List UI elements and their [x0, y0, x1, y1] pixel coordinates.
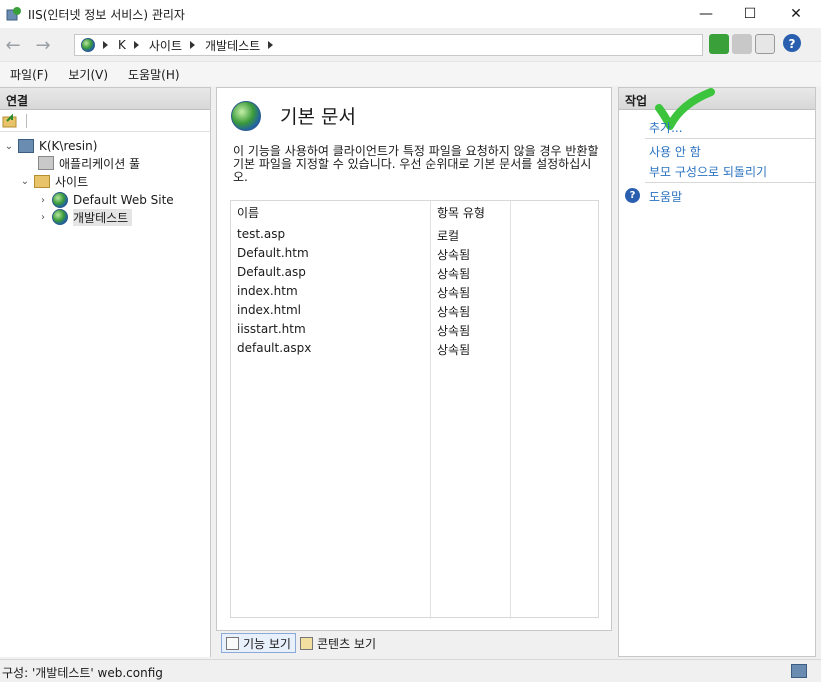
- cell-type: 상속됨: [437, 305, 471, 319]
- features-view-icon: [226, 636, 239, 650]
- menu-file[interactable]: 파일(F): [0, 66, 58, 83]
- breadcrumb-separator-icon[interactable]: [103, 41, 108, 49]
- cell-type: 로컬: [437, 229, 460, 243]
- table-row[interactable]: iisstart.htm 상속됨: [231, 320, 600, 339]
- cell-name: index.htm: [237, 284, 298, 298]
- menu-help[interactable]: 도움말(H): [118, 66, 190, 83]
- actions-divider: [645, 138, 815, 139]
- add-action-link[interactable]: 추가...: [649, 119, 683, 136]
- tree-label-dev-test: 개발테스트: [73, 208, 133, 226]
- title-bar: IIS(인터넷 정보 서비스) 관리자 — ☐ ✕: [0, 0, 821, 28]
- home-icon[interactable]: [755, 34, 775, 54]
- help-icon: ?: [625, 188, 640, 203]
- sites-folder-icon: [34, 174, 50, 188]
- cell-type: 상속됨: [437, 343, 471, 357]
- tree-node-server[interactable]: ⌄ K(K\resin): [4, 137, 97, 155]
- refresh-icon[interactable]: [709, 34, 729, 54]
- tree-node-app-pools[interactable]: 애플리케이션 풀: [24, 154, 140, 172]
- view-switcher: 기능 보기 콘텐츠 보기: [216, 632, 612, 654]
- forward-button[interactable]: →: [32, 34, 54, 56]
- breadcrumb-separator-icon[interactable]: [190, 41, 195, 49]
- cell-type: 상속됨: [437, 324, 471, 338]
- cell-type: 상속됨: [437, 248, 471, 262]
- feature-description: 이 기능을 사용하여 클라이언트가 특정 파일을 요청하지 않을 경우 반환할 …: [233, 144, 599, 184]
- cell-name: index.html: [237, 303, 301, 317]
- features-view-label: 기능 보기: [243, 636, 291, 651]
- cell-name: default.aspx: [237, 341, 312, 355]
- connect-icon[interactable]: [2, 113, 18, 129]
- menu-bar: 파일(F) 보기(V) 도움말(H): [0, 62, 821, 86]
- actions-header: 작업: [619, 88, 815, 110]
- close-button[interactable]: ✕: [773, 0, 819, 28]
- cell-type: 상속됨: [437, 267, 471, 281]
- stop-icon[interactable]: [732, 34, 752, 54]
- tree-label-sites: 사이트: [55, 174, 89, 189]
- toolbar-divider: [26, 113, 27, 128]
- table-row[interactable]: Default.asp 상속됨: [231, 263, 600, 282]
- tree-node-default-web-site[interactable]: › Default Web Site: [38, 191, 174, 209]
- address-breadcrumb[interactable]: K 사이트 개발테스트: [74, 34, 703, 56]
- default-document-list[interactable]: 이름 항목 유형 test.asp 로컬 Default.htm 상속됨 Def…: [230, 200, 600, 619]
- feature-title: 기본 문서: [280, 106, 356, 128]
- table-row[interactable]: test.asp 로컬: [231, 225, 600, 244]
- breadcrumb-separator-icon[interactable]: [268, 41, 274, 49]
- breadcrumb-sites[interactable]: 사이트: [149, 37, 182, 54]
- breadcrumb-dev-test[interactable]: 개발테스트: [205, 37, 260, 54]
- breadcrumb-separator-icon[interactable]: [133, 41, 139, 49]
- default-document-globe-icon: [231, 101, 261, 131]
- chevron-right-icon[interactable]: ›: [38, 212, 48, 223]
- features-view-button[interactable]: 기능 보기: [221, 633, 296, 653]
- table-row[interactable]: default.aspx 상속됨: [231, 339, 600, 358]
- connections-panel: 연결 ⌄ K(K\resin) 애플리케이션 풀 ⌄ 사이트 › Default…: [0, 87, 211, 657]
- maximize-button[interactable]: ☐: [727, 0, 773, 28]
- server-icon: [18, 139, 34, 153]
- tree-label-server: K(K\resin): [39, 139, 98, 153]
- globe-icon: [52, 192, 68, 208]
- tree-label-app-pools: 애플리케이션 풀: [59, 156, 141, 171]
- forward-arrow-icon: →: [35, 34, 51, 56]
- connections-toolbar: [0, 110, 210, 132]
- tree-node-dev-test[interactable]: › 개발테스트: [38, 208, 133, 226]
- globe-icon: [52, 209, 68, 225]
- iis-app-icon: [6, 6, 22, 22]
- cell-name: iisstart.htm: [237, 322, 306, 336]
- help-dropdown-icon[interactable]: ?: [783, 34, 801, 52]
- chevron-right-icon[interactable]: ›: [38, 195, 48, 206]
- content-view-icon: [299, 636, 313, 650]
- tree-node-sites[interactable]: ⌄ 사이트: [20, 172, 88, 190]
- back-arrow-icon: ←: [5, 34, 21, 56]
- status-text: 구성: '개발테스트' web.config: [2, 666, 163, 680]
- feature-panel: 기본 문서 이 기능을 사용하여 클라이언트가 특정 파일을 요청하지 않을 경…: [216, 87, 612, 631]
- chevron-down-icon[interactable]: ⌄: [20, 176, 30, 187]
- cell-type: 상속됨: [437, 286, 471, 300]
- actions-divider: [645, 182, 815, 183]
- revert-to-parent-link[interactable]: 부모 구성으로 되돌리기: [649, 163, 767, 180]
- cell-name: Default.htm: [237, 246, 309, 260]
- chevron-down-icon[interactable]: ⌄: [4, 141, 14, 152]
- disable-action-link[interactable]: 사용 안 함: [649, 143, 701, 160]
- address-bar: ← → K 사이트 개발테스트 ?: [0, 28, 821, 62]
- breadcrumb-k[interactable]: K: [118, 38, 126, 52]
- table-row[interactable]: index.html 상속됨: [231, 301, 600, 320]
- back-button[interactable]: ←: [2, 34, 24, 56]
- menu-view[interactable]: 보기(V): [58, 66, 118, 83]
- tree-label-default-web-site: Default Web Site: [73, 193, 174, 207]
- connections-header: 연결: [0, 88, 210, 110]
- cell-name: test.asp: [237, 227, 286, 241]
- table-row[interactable]: Default.htm 상속됨: [231, 244, 600, 263]
- minimize-button[interactable]: —: [683, 0, 729, 28]
- column-header-entry-type[interactable]: 항목 유형: [437, 204, 485, 221]
- content-view-button[interactable]: 콘텐츠 보기: [296, 633, 380, 653]
- cell-name: Default.asp: [237, 265, 306, 279]
- status-bar: 구성: '개발테스트' web.config: [0, 659, 821, 682]
- server-status-icon: [791, 664, 807, 678]
- globe-icon: [81, 38, 95, 52]
- window-title: IIS(인터넷 정보 서비스) 관리자: [28, 7, 185, 22]
- table-row[interactable]: index.htm 상속됨: [231, 282, 600, 301]
- actions-panel: 작업 추가... 사용 안 함 부모 구성으로 되돌리기 ? 도움말: [618, 87, 816, 657]
- content-view-label: 콘텐츠 보기: [316, 636, 376, 651]
- column-header-name[interactable]: 이름: [237, 204, 259, 221]
- help-action-link[interactable]: 도움말: [649, 188, 682, 205]
- app-pool-icon: [38, 156, 54, 170]
